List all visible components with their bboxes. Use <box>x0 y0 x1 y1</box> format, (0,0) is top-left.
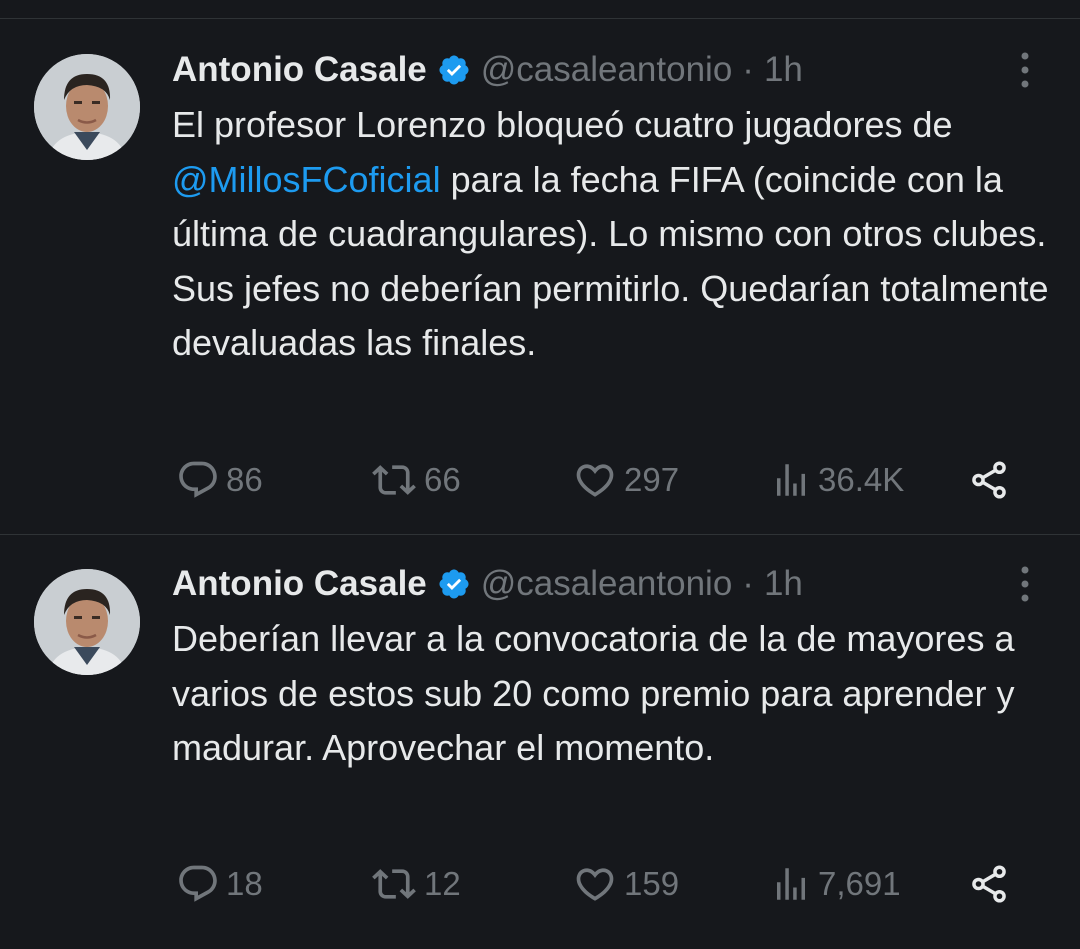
like-count: 297 <box>624 461 680 498</box>
reply-icon <box>176 458 220 502</box>
views-count: 36.4K <box>818 461 905 498</box>
share-icon <box>968 862 1010 906</box>
author-avatar[interactable] <box>34 569 140 675</box>
top-divider <box>0 18 1080 19</box>
separator-dot: · <box>742 50 754 89</box>
views-button[interactable]: 36.4K <box>770 458 904 502</box>
tweet-actions: 18 12 159 7,691 <box>172 862 1022 906</box>
verified-badge-icon <box>437 567 471 601</box>
reply-button[interactable]: 86 <box>176 458 263 502</box>
repost-button[interactable]: 66 <box>370 458 461 502</box>
share-button[interactable] <box>968 862 1010 906</box>
share-icon <box>968 458 1010 502</box>
repost-count: 12 <box>424 865 461 902</box>
reply-button[interactable]: 18 <box>176 862 263 906</box>
reply-count: 86 <box>226 461 263 498</box>
timestamp[interactable]: 1h <box>764 50 803 90</box>
author-handle[interactable]: @casaleantonio <box>481 50 733 90</box>
timestamp[interactable]: 1h <box>764 564 803 604</box>
reply-count: 18 <box>226 865 263 902</box>
separator-dot: · <box>742 564 754 603</box>
repost-count: 66 <box>424 461 461 498</box>
verified-badge-icon <box>437 53 471 87</box>
views-button[interactable]: 7,691 <box>770 862 901 906</box>
tweet-divider <box>0 534 1080 535</box>
tweet-header: Antonio Casale @casaleantonio · 1h <box>172 562 803 606</box>
like-icon <box>572 862 618 906</box>
mention-link[interactable]: @MillosFCoficial <box>172 159 441 200</box>
author-name[interactable]: Antonio Casale <box>172 564 427 604</box>
like-icon <box>572 458 618 502</box>
author-handle[interactable]: @casaleantonio <box>481 564 733 604</box>
repost-button[interactable]: 12 <box>370 862 461 906</box>
tweet-header: Antonio Casale @casaleantonio · 1h <box>172 48 803 92</box>
views-icon <box>770 458 812 502</box>
like-count: 159 <box>624 865 680 902</box>
more-options-icon[interactable] <box>1012 50 1038 90</box>
like-button[interactable]: 297 <box>572 458 679 502</box>
share-button[interactable] <box>968 458 1010 502</box>
reply-icon <box>176 862 220 906</box>
like-button[interactable]: 159 <box>572 862 679 906</box>
tweet-text: Deberían llevar a la convocatoria de la … <box>172 618 1015 768</box>
repost-icon <box>370 458 418 502</box>
tweet-text-part: El profesor Lorenzo bloqueó cuatro jugad… <box>172 104 953 145</box>
views-icon <box>770 862 812 906</box>
more-options-icon[interactable] <box>1012 564 1038 604</box>
views-count: 7,691 <box>818 865 901 902</box>
tweet-text: El profesor Lorenzo bloqueó cuatro jugad… <box>172 98 1062 371</box>
author-name[interactable]: Antonio Casale <box>172 50 427 90</box>
author-avatar[interactable] <box>34 54 140 160</box>
tweet-actions: 86 66 297 36.4K <box>172 458 1022 502</box>
repost-icon <box>370 862 418 906</box>
